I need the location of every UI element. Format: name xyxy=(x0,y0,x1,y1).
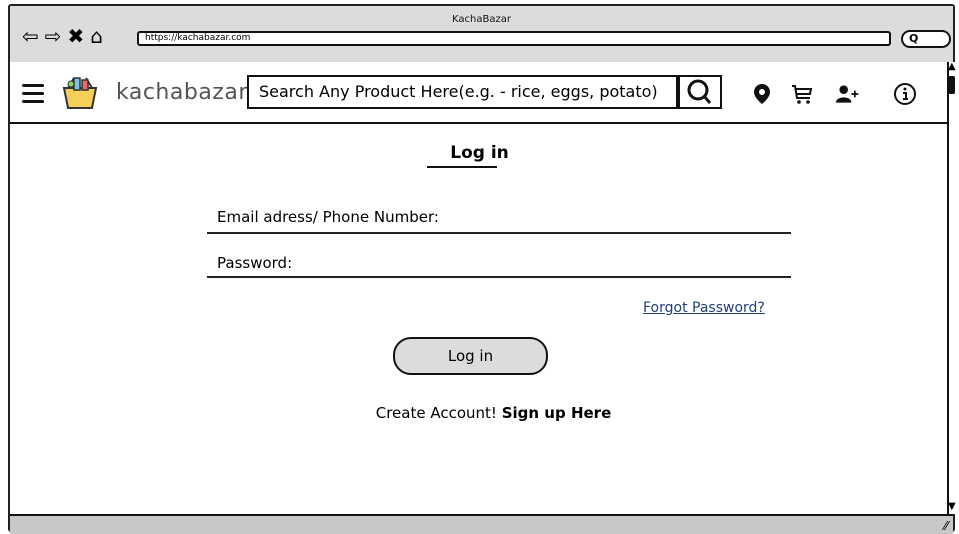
close-icon[interactable]: ✖ xyxy=(68,26,85,46)
home-icon[interactable]: ⌂ xyxy=(90,26,103,46)
menu-icon[interactable] xyxy=(22,84,44,108)
browser-nav: ⇦ ⇨ ✖ ⌂ xyxy=(22,26,103,46)
password-label: Password: xyxy=(217,254,293,272)
site-header: kachabazar Search Any Product Here(e.g. … xyxy=(10,62,947,124)
email-label: Email adress/ Phone Number: xyxy=(217,208,439,226)
back-icon[interactable]: ⇦ xyxy=(22,26,39,46)
forward-icon[interactable]: ⇨ xyxy=(45,26,62,46)
status-bar xyxy=(10,514,953,534)
forgot-password-link[interactable]: Forgot Password? xyxy=(643,300,765,316)
search-icon: Q xyxy=(909,32,919,45)
resize-handle-icon[interactable]: ⁄⁄ xyxy=(944,519,948,533)
url-bar[interactable]: https://kachabazar.com xyxy=(137,31,891,46)
scroll-up-icon[interactable]: ▲ xyxy=(948,62,956,72)
add-user-icon[interactable] xyxy=(836,82,860,106)
browser-titlebar: KachaBazar ⇦ ⇨ ✖ ⌂ https://kachabazar.co… xyxy=(10,6,953,62)
search-icon xyxy=(687,79,712,104)
scroll-down-icon[interactable]: ▼ xyxy=(948,502,956,512)
email-field[interactable] xyxy=(207,232,791,234)
window-title: KachaBazar xyxy=(452,14,511,25)
basket-logo-icon[interactable] xyxy=(60,74,100,110)
search-button[interactable] xyxy=(678,75,722,109)
scrollbar-thumb[interactable] xyxy=(948,76,955,94)
login-button[interactable]: Log in xyxy=(393,337,548,375)
search-input[interactable]: Search Any Product Here(e.g. - rice, egg… xyxy=(247,75,678,109)
title-underline xyxy=(427,166,497,168)
location-pin-icon[interactable] xyxy=(750,82,774,106)
create-account-text: Create Account! xyxy=(375,404,497,422)
info-icon[interactable] xyxy=(893,82,917,106)
cart-icon[interactable] xyxy=(790,82,814,106)
password-field[interactable] xyxy=(207,276,791,278)
brand-name[interactable]: kachabazar xyxy=(116,80,248,105)
scrollbar[interactable] xyxy=(947,62,957,514)
signup-row: Create Account! Sign up Here xyxy=(0,404,959,422)
page-title: Log in xyxy=(450,143,509,163)
signup-link[interactable]: Sign up Here xyxy=(502,404,612,422)
browser-search[interactable]: Q xyxy=(901,30,951,48)
